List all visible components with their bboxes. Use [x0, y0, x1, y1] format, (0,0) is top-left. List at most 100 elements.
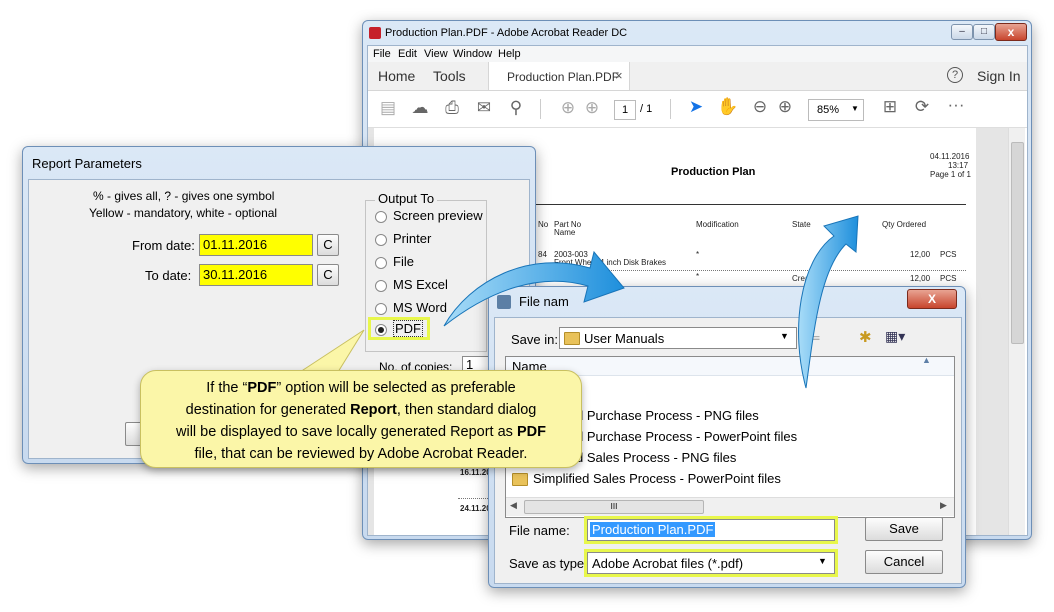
pdf-row1-name: Front Wheel 4 inch Disk Brakes — [554, 258, 667, 267]
callout-line-3: will be displayed to save locally genera… — [176, 424, 546, 440]
pdf-page-count: Page 1 of 1 — [930, 170, 971, 179]
option-printer[interactable]: Printer — [375, 231, 431, 246]
menu-help[interactable]: Help — [498, 48, 521, 60]
save-dialog-icon — [497, 295, 511, 309]
tab-document[interactable]: Production Plan.PDF × — [488, 62, 630, 90]
scroll-left-icon[interactable]: ◀ — [510, 500, 517, 511]
report-hint-1: % - gives all, ? - gives one symbol — [93, 189, 275, 203]
option-ms-excel[interactable]: MS Excel — [375, 277, 448, 292]
file-list-hscroll[interactable]: ◀ III ▶ — [506, 497, 954, 516]
select-pointer-icon[interactable]: ➤ — [684, 97, 708, 117]
more-tools-icon[interactable]: ··· — [944, 95, 968, 115]
report-title: Report Parameters — [32, 156, 142, 171]
search-icon[interactable]: ⚲ — [504, 98, 528, 118]
save-button[interactable]: Save — [865, 517, 943, 541]
save-icon[interactable]: ▤ — [376, 98, 400, 118]
to-date-label: To date: — [145, 268, 192, 283]
close-button[interactable]: x — [995, 23, 1027, 41]
acrobat-logo-icon — [369, 27, 381, 39]
to-date-clear-button[interactable]: C — [317, 264, 339, 286]
pdf-col-state: State — [792, 220, 811, 229]
save-dialog-close-button[interactable]: X — [907, 289, 957, 309]
output-group-title: Output To — [375, 191, 438, 206]
print-icon[interactable]: ⎙ — [440, 98, 464, 118]
radio-selected-icon — [375, 323, 387, 336]
save-dialog-title: File nam — [519, 294, 569, 309]
option-pdf[interactable]: PDF — [371, 320, 427, 337]
from-date-label: From date: — [132, 238, 195, 253]
callout-bubble: If the “PDF” option will be selected as … — [140, 370, 582, 468]
scroll-thumb[interactable] — [1011, 142, 1024, 344]
option-ms-word[interactable]: MS Word — [375, 300, 447, 315]
tab-home[interactable]: Home — [378, 68, 415, 84]
option-label: File — [393, 254, 414, 269]
save-in-select[interactable]: User Manuals ▼ — [559, 327, 797, 349]
option-label: PDF — [393, 320, 423, 337]
minimize-button[interactable]: – — [951, 24, 973, 40]
hand-tool-icon[interactable]: ✋ — [716, 97, 740, 117]
sign-in-link[interactable]: Sign In — [977, 68, 1021, 84]
pdf-col-modification: Modification — [696, 220, 739, 229]
menu-edit[interactable]: Edit — [398, 48, 417, 60]
email-icon[interactable]: ✉ — [472, 98, 496, 118]
radio-icon — [375, 302, 387, 315]
zoom-select[interactable]: 85% ▼ — [808, 99, 864, 121]
back-arrow-icon[interactable]: ⇐ — [807, 328, 820, 348]
tab-close-icon[interactable]: × — [615, 68, 623, 83]
page-total: / 1 — [640, 103, 653, 115]
rotate-view-icon[interactable]: ⟳ — [910, 97, 934, 117]
option-label: MS Excel — [393, 277, 448, 292]
menu-file[interactable]: File — [373, 48, 391, 60]
view-menu-icon[interactable]: ▦▾ — [885, 328, 905, 345]
chevron-down-icon: ▼ — [818, 556, 827, 566]
to-date-field[interactable]: 30.11.2016 — [199, 264, 313, 286]
radio-icon — [375, 210, 387, 223]
folder-icon — [564, 332, 580, 345]
acrobat-scrollbar[interactable] — [1008, 128, 1025, 535]
fit-page-icon[interactable]: ⊞ — [878, 97, 902, 117]
option-screen-preview[interactable]: Screen preview — [375, 208, 483, 223]
pdf-row2-unit: PCS — [940, 274, 957, 283]
new-folder-icon[interactable]: ✱ — [859, 328, 872, 346]
acrobat-toolbar: ▤ ☁ ⎙ ✉ ⚲ ⊕ ⊕ 1 / 1 ➤ ✋ ⊖ ⊕ 85% ▼ ⊞ ⟳ ··… — [368, 91, 1027, 128]
pdf-col-no: No — [538, 220, 549, 229]
save-in-label: Save in: — [511, 332, 558, 347]
page-number-input[interactable]: 1 — [614, 100, 636, 120]
file-name-label: File name: — [509, 523, 570, 538]
file-name-field[interactable]: Production Plan.PDF — [587, 519, 835, 541]
zoom-out-icon[interactable]: ⊖ — [748, 97, 772, 117]
scroll-right-icon[interactable]: ▶ — [940, 500, 947, 511]
pdf-rule — [534, 204, 966, 205]
pdf-dotted-rule — [534, 270, 966, 271]
page-up-icon[interactable]: ⊕ — [556, 98, 580, 118]
file-item: Simplified Sales Process - PowerPoint fi… — [533, 471, 781, 486]
from-date-clear-button[interactable]: C — [317, 234, 339, 256]
help-icon[interactable]: ? — [947, 67, 963, 83]
file-item[interactable]: d Purchase Process - PNG files — [576, 408, 759, 423]
sort-up-icon: ▲ — [922, 355, 931, 365]
option-file[interactable]: File — [375, 254, 414, 269]
pdf-row1-no: 84 — [538, 250, 547, 259]
menu-view[interactable]: View — [424, 48, 448, 60]
zoom-in-icon[interactable]: ⊕ — [773, 97, 797, 117]
file-item[interactable]: d Sales Process - PNG files — [576, 450, 736, 465]
upload-cloud-icon[interactable]: ☁ — [408, 98, 432, 118]
file-item-row[interactable]: Simplified Sales Process - PowerPoint fi… — [512, 471, 781, 487]
hscroll-thumb[interactable]: III — [524, 500, 704, 514]
report-hint-2: Yellow - mandatory, white - optional — [89, 206, 278, 220]
save-as-type-select[interactable]: Adobe Acrobat files (*.pdf) ▼ — [587, 552, 835, 574]
chevron-down-icon: ▼ — [780, 331, 789, 341]
file-item[interactable]: d Purchase Process - PowerPoint files — [576, 429, 797, 444]
pdf-col-qty: Qty Ordered — [882, 220, 927, 229]
option-label: MS Word — [393, 300, 447, 315]
save-as-type-value: Adobe Acrobat files (*.pdf) — [592, 556, 744, 571]
tab-tools[interactable]: Tools — [433, 68, 466, 84]
tab-document-label: Production Plan.PDF — [507, 70, 620, 84]
page-down-icon[interactable]: ⊕ — [580, 98, 604, 118]
acrobat-title: Production Plan.PDF - Adobe Acrobat Read… — [385, 27, 628, 39]
cancel-button[interactable]: Cancel — [865, 550, 943, 574]
menu-window[interactable]: Window — [453, 48, 492, 60]
menu-bar: File Edit View Window Help — [368, 46, 1027, 62]
from-date-field[interactable]: 01.11.2016 — [199, 234, 313, 256]
maximize-button[interactable]: □ — [973, 24, 995, 40]
